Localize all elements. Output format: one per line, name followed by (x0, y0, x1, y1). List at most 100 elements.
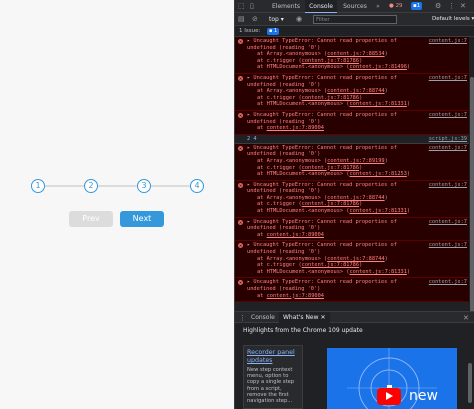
close-devtools-icon[interactable]: ✕ (460, 0, 466, 13)
stack-frame: at content.js:7:89004 (247, 232, 467, 239)
more-options-icon[interactable]: ⋮ (448, 0, 455, 13)
error-text: Uncaught TypeError: Cannot read properti… (247, 218, 397, 232)
context-dropdown-icon: ▾ (280, 16, 284, 23)
expand-arrow-icon[interactable]: ▸ (247, 38, 250, 44)
expand-arrow-icon[interactable]: ▸ (247, 182, 250, 188)
console-error-message: ✕ content.js:7 ▸ Uncaught TypeError: Canno… (235, 217, 469, 242)
whats-new-panel: Highlights from the Chrome 109 update Re… (235, 323, 474, 409)
stack-frame: at c.trigger (content.js:7:81786) (247, 58, 467, 65)
log-text: 2 4 (247, 135, 257, 142)
frame-function: at HTMLDocument.<anonymous> ( (257, 268, 350, 275)
expand-arrow-icon[interactable]: ▸ (247, 145, 250, 151)
stack-frame: at c.trigger (content.js:7:81786) (247, 262, 467, 269)
expand-arrow-icon[interactable]: ▸ (247, 279, 250, 285)
console-error-message: ✕ content.js:7 ▸ Uncaught TypeError: Canno… (235, 180, 469, 218)
tab-sources[interactable]: Sources (338, 0, 372, 13)
step-circle-1: 1 (31, 179, 45, 193)
frame-link[interactable]: content.js:7:81253 (349, 171, 406, 177)
drawer-scrollbar[interactable] (467, 323, 473, 409)
error-icon: ✕ (238, 243, 243, 249)
console-scrollbar[interactable] (469, 37, 474, 327)
expand-arrow-icon[interactable]: ▸ (247, 112, 250, 118)
device-toolbar-icon[interactable]: ▯ (250, 0, 254, 13)
error-count: 29 (395, 3, 403, 9)
message-count-badge[interactable]: ▪1 (411, 2, 423, 10)
scrollbar-thumb[interactable] (470, 77, 474, 327)
stack-frame: at HTMLDocument.<anonymous> (content.js:… (247, 101, 467, 108)
expand-arrow-icon[interactable]: ▸ (247, 219, 250, 225)
filter-input[interactable] (313, 15, 397, 24)
error-icon: ✕ (238, 112, 243, 118)
tab-console[interactable]: Console (305, 0, 337, 13)
stack-frame: at Array.<anonymous> (content.js:7:88744… (247, 256, 467, 263)
settings-gear-icon[interactable]: ⚙ (435, 0, 441, 13)
feature-card[interactable]: Recorder panel updates New step context … (243, 345, 303, 409)
stack-frame: at HTMLDocument.<anonymous> (content.js:… (247, 171, 467, 178)
expand-arrow-icon[interactable]: ▸ (247, 242, 250, 248)
error-text: Uncaught TypeError: Cannot read properti… (247, 242, 397, 256)
stack-frame: at Array.<anonymous> (content.js:7:88744… (247, 195, 467, 202)
progress-line-1 (45, 185, 84, 187)
expand-arrow-icon[interactable]: ▸ (247, 75, 250, 81)
tab-elements[interactable]: Elements (267, 0, 305, 13)
youtube-play-icon[interactable] (377, 388, 401, 405)
prev-button[interactable]: Prev (69, 211, 113, 227)
frame-link[interactable]: content.js:7:89199 (327, 158, 384, 164)
feature-card-body: New step context menu, option to copy a … (247, 367, 295, 405)
feature-card-title[interactable]: Recorder panel updates (247, 349, 299, 365)
more-tabs-chevron[interactable]: » (374, 0, 382, 13)
frame-link[interactable]: content.js:7:88534 (327, 51, 384, 57)
log-levels-label: Default levels (432, 16, 470, 22)
issues-count-link[interactable]: ▪ 1 (267, 28, 280, 35)
close-tab-icon[interactable]: ✕ (320, 314, 325, 321)
frame-link[interactable]: content.js:7:81786 (302, 201, 359, 207)
sidebar-toggle-icon[interactable]: ▤ (238, 13, 245, 26)
video-thumbnail[interactable]: new (327, 348, 457, 409)
frame-function: at Array.<anonymous> ( (257, 194, 328, 201)
drawer-scrollbar-thumb[interactable] (468, 363, 472, 403)
console-messages[interactable]: ✕ content.js:7 ▸ Uncaught TypeError: Canno… (235, 37, 469, 309)
frame-tail: ) (406, 64, 411, 71)
log-levels-dropdown[interactable]: Default levels ▾ (432, 13, 474, 26)
frame-link[interactable]: content.js:7:89004 (267, 232, 324, 238)
clear-console-icon[interactable]: ⊘ (252, 13, 258, 26)
devtools-tabbar: ⬚ ▯ Elements Console Sources » ● 29 ▪1 ⚙… (235, 0, 474, 13)
frame-link[interactable]: content.js:7:88744 (327, 256, 384, 262)
frame-link[interactable]: content.js:7:88744 (327, 88, 384, 94)
frame-link[interactable]: content.js:7:81496 (349, 64, 406, 70)
frame-function: at HTMLDocument.<anonymous> ( (257, 101, 350, 108)
frame-function: at Array.<anonymous> ( (257, 255, 328, 262)
frame-tail: ) (406, 171, 411, 178)
stack-frame: at c.trigger (content.js:7:81786) (247, 201, 467, 208)
context-selector[interactable]: top ▾ (269, 13, 284, 26)
next-button[interactable]: Next (120, 211, 164, 227)
frame-link[interactable]: content.js:7:81786 (302, 262, 359, 268)
frame-tail: ) (384, 194, 388, 201)
frame-link[interactable]: content.js:7:81786 (302, 95, 359, 101)
step-circle-3: 3 (137, 179, 151, 193)
error-text: Uncaught TypeError: Cannot read properti… (247, 38, 397, 51)
error-text: Uncaught TypeError: Cannot read properti… (247, 181, 397, 195)
error-icon: ✕ (238, 145, 243, 151)
frame-tail: ) (359, 94, 363, 101)
frame-link[interactable]: content.js:7:81331 (349, 101, 406, 107)
error-count-badge[interactable]: ● 29 (387, 2, 405, 10)
frame-link[interactable]: content.js:7:81786 (302, 58, 359, 64)
live-expression-eye-icon[interactable]: ◉ (296, 13, 302, 26)
issue-flag-icon: ▪ (269, 28, 273, 34)
console-error-message: ✕ content.js:7 ▸ Uncaught TypeError: Canno… (235, 37, 469, 74)
frame-link[interactable]: content.js:7:81331 (349, 269, 406, 275)
issues-label: 1 Issue: (239, 28, 261, 34)
frame-link[interactable]: content.js:7:88744 (327, 195, 384, 201)
frame-function: at (257, 231, 267, 238)
frame-link[interactable]: content.js:7:89004 (267, 125, 324, 131)
inspect-element-icon[interactable]: ⬚ (238, 0, 245, 13)
stack-frame: at content.js:7:89004 (247, 293, 467, 300)
frame-link[interactable]: content.js:7:89004 (267, 293, 324, 299)
video-title-word: new (409, 388, 438, 404)
frame-link[interactable]: content.js:7:81331 (349, 208, 406, 214)
stack-frame: at HTMLDocument.<anonymous> (content.js:… (247, 208, 467, 215)
console-error-message: ✕ content.js:7 ▸ Uncaught TypeError: Canno… (235, 110, 469, 135)
frame-link[interactable]: content.js:7:81786 (302, 165, 359, 171)
source-link[interactable]: script.js:39 (429, 135, 467, 143)
